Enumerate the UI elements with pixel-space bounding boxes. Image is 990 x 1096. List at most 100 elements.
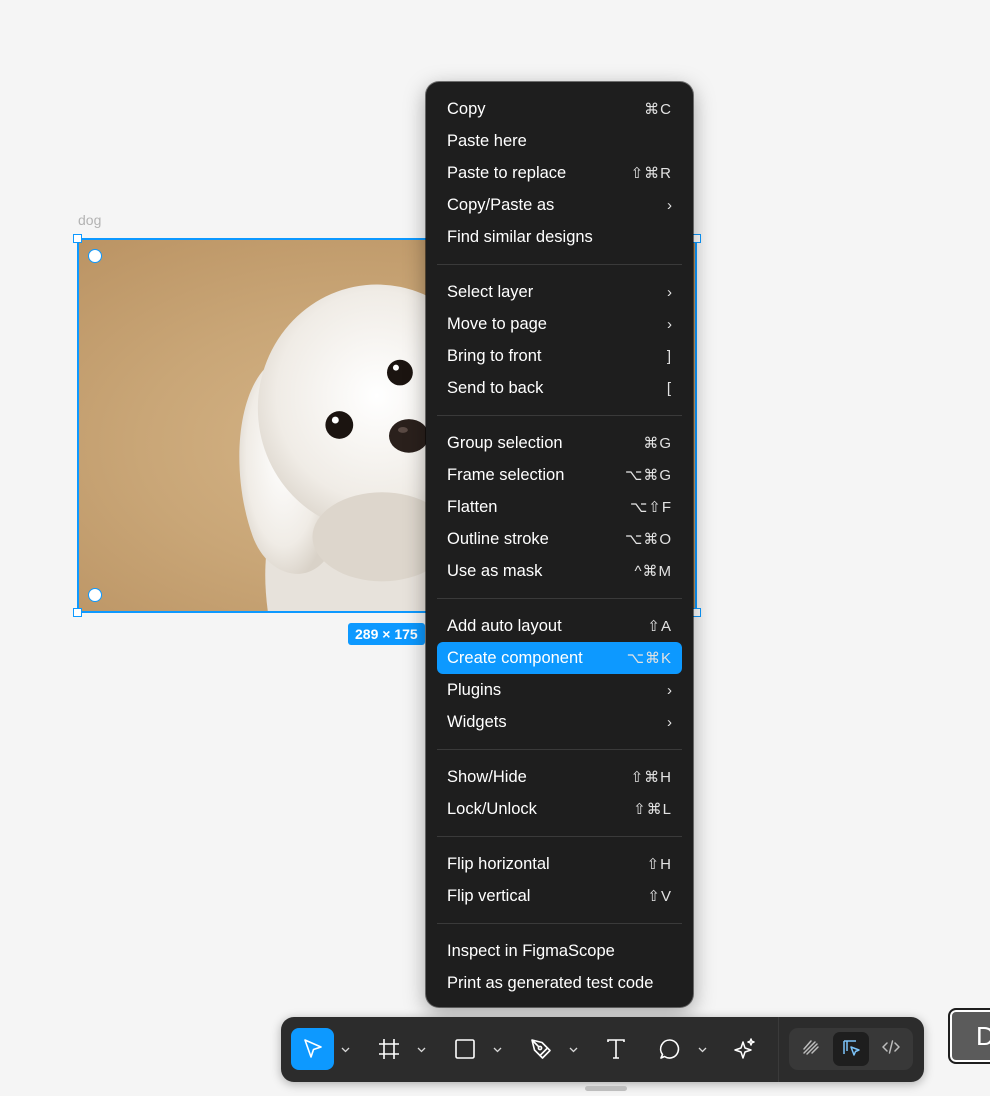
chevron-down-icon	[417, 1040, 426, 1058]
toolbar-divider	[778, 1017, 779, 1082]
sparkles-icon	[733, 1037, 757, 1061]
menu-item-label: Copy	[447, 99, 486, 118]
menu-item-print-as-generated-test-code[interactable]: Print as generated test code	[437, 967, 682, 999]
menu-item-frame-selection[interactable]: Frame selection ⌥⌘G	[437, 459, 682, 491]
menu-item-find-similar-designs[interactable]: Find similar designs	[437, 221, 682, 253]
keyboard-shortcut: ⇧A	[647, 618, 672, 635]
keyboard-shortcut: ⌘C	[644, 101, 672, 118]
text-t-icon	[604, 1037, 628, 1061]
keyboard-shortcut: [	[666, 379, 672, 397]
menu-item-label: Outline stroke	[447, 529, 549, 548]
menu-item-label: Add auto layout	[447, 616, 562, 635]
side-panel-button[interactable]: D	[948, 1008, 990, 1064]
keyboard-shortcut: ⇧⌘L	[633, 801, 672, 818]
context-menu: Copy ⌘C Paste here Paste to replace ⇧⌘R Copy/…	[426, 82, 693, 1007]
menu-item-flatten[interactable]: Flatten ⌥⇧F	[437, 491, 682, 523]
menu-separator	[437, 923, 682, 924]
chevron-down-icon	[698, 1040, 707, 1058]
corner-radius-handle-bottom[interactable]	[88, 588, 102, 602]
rectangle-icon	[453, 1037, 477, 1061]
keyboard-shortcut: ⌥⌘K	[626, 650, 672, 667]
ai-tool-button[interactable]	[723, 1028, 767, 1070]
mode-switcher	[789, 1028, 913, 1070]
menu-item-paste-here[interactable]: Paste here	[437, 125, 682, 157]
pen-nib-icon	[529, 1037, 553, 1061]
menu-item-widgets[interactable]: Widgets ›	[437, 706, 682, 738]
keyboard-shortcut: ⌥⌘O	[625, 531, 672, 548]
menu-item-select-layer[interactable]: Select layer ›	[437, 276, 682, 308]
keyboard-shortcut: ^⌘M	[634, 563, 672, 580]
chevron-down-icon	[569, 1040, 578, 1058]
menu-item-label: Find similar designs	[447, 227, 593, 246]
chevron-right-icon: ›	[667, 283, 672, 301]
resize-handle-top-left[interactable]	[73, 234, 82, 243]
menu-item-create-component[interactable]: Create component ⌥⌘K	[437, 642, 682, 674]
corner-radius-handle-top[interactable]	[88, 249, 102, 263]
keyboard-shortcut: ⇧H	[646, 856, 672, 873]
comment-tool-button[interactable]	[648, 1028, 692, 1070]
chevron-right-icon: ›	[667, 713, 672, 731]
menu-item-plugins[interactable]: Plugins ›	[437, 674, 682, 706]
shape-tool-caret[interactable]	[492, 1043, 502, 1055]
menu-item-label: Inspect in FigmaScope	[447, 941, 615, 960]
menu-item-send-to-back[interactable]: Send to back [	[437, 372, 682, 404]
menu-item-copy[interactable]: Copy ⌘C	[437, 93, 682, 125]
shape-tool-button[interactable]	[443, 1028, 487, 1070]
keyboard-shortcut: ⇧⌘H	[630, 769, 672, 786]
resize-handle-top-right[interactable]	[692, 234, 701, 243]
frame-tool-caret[interactable]	[416, 1043, 426, 1055]
chevron-down-icon	[493, 1040, 502, 1058]
menu-item-group-selection[interactable]: Group selection ⌘G	[437, 427, 682, 459]
menu-item-label: Flip horizontal	[447, 854, 550, 873]
menu-item-inspect-in-figmascope[interactable]: Inspect in FigmaScope	[437, 935, 682, 967]
menu-item-label: Frame selection	[447, 465, 565, 484]
bottom-toolbar	[281, 1017, 924, 1082]
menu-item-label: Group selection	[447, 433, 563, 452]
keyboard-shortcut: ]	[666, 347, 672, 365]
menu-item-label: Widgets	[447, 712, 507, 731]
menu-item-show-hide[interactable]: Show/Hide ⇧⌘H	[437, 761, 682, 793]
menu-item-add-auto-layout[interactable]: Add auto layout ⇧A	[437, 610, 682, 642]
menu-separator	[437, 264, 682, 265]
menu-separator	[437, 836, 682, 837]
menu-separator	[437, 749, 682, 750]
pen-tool-button[interactable]	[519, 1028, 563, 1070]
menu-item-use-as-mask[interactable]: Use as mask ^⌘M	[437, 555, 682, 587]
menu-item-copy-paste-as[interactable]: Copy/Paste as ›	[437, 189, 682, 221]
resize-handle-bottom-right[interactable]	[692, 608, 701, 617]
resize-handle-bottom-left[interactable]	[73, 608, 82, 617]
menu-item-move-to-page[interactable]: Move to page ›	[437, 308, 682, 340]
text-tool-button[interactable]	[594, 1028, 638, 1070]
menu-item-bring-to-front[interactable]: Bring to front]	[437, 340, 682, 372]
menu-item-label: Paste here	[447, 131, 527, 150]
cursor-arrow-icon	[301, 1037, 325, 1061]
menu-item-paste-to-replace[interactable]: Paste to replace ⇧⌘R	[437, 157, 682, 189]
pen-tool-caret[interactable]	[568, 1043, 578, 1055]
dev-mode-button[interactable]	[873, 1032, 909, 1066]
keyboard-shortcut: ⌥⌘G	[625, 467, 672, 484]
menu-item-outline-stroke[interactable]: Outline stroke ⌥⌘O	[437, 523, 682, 555]
keyboard-shortcut: ⌥⇧F	[629, 499, 672, 516]
menu-item-label: Move to page	[447, 314, 547, 333]
design-mode-button[interactable]	[833, 1032, 869, 1066]
keyboard-shortcut: ⇧⌘R	[630, 165, 672, 182]
menu-item-label: Show/Hide	[447, 767, 527, 786]
menu-item-flip-vertical[interactable]: Flip vertical ⇧V	[437, 880, 682, 912]
chevron-right-icon: ›	[667, 315, 672, 333]
keyboard-shortcut: ⌘G	[643, 435, 672, 452]
move-tool-caret[interactable]	[340, 1043, 350, 1055]
menu-item-flip-horizontal[interactable]: Flip horizontal ⇧H	[437, 848, 682, 880]
draw-mode-button[interactable]	[793, 1032, 829, 1066]
toolbar-drag-handle[interactable]	[585, 1086, 627, 1091]
speech-bubble-icon	[658, 1037, 682, 1061]
menu-item-label: Send to back	[447, 378, 544, 397]
menu-separator	[437, 415, 682, 416]
layer-name-label[interactable]: dog	[78, 212, 101, 228]
frame-tool-button[interactable]	[367, 1028, 411, 1070]
chevron-right-icon: ›	[667, 196, 672, 214]
draw-scribble-icon	[801, 1037, 821, 1062]
frame-hash-icon	[377, 1037, 401, 1061]
menu-item-lock-unlock[interactable]: Lock/Unlock ⇧⌘L	[437, 793, 682, 825]
move-tool-button[interactable]	[291, 1028, 334, 1070]
comment-tool-caret[interactable]	[697, 1043, 707, 1055]
